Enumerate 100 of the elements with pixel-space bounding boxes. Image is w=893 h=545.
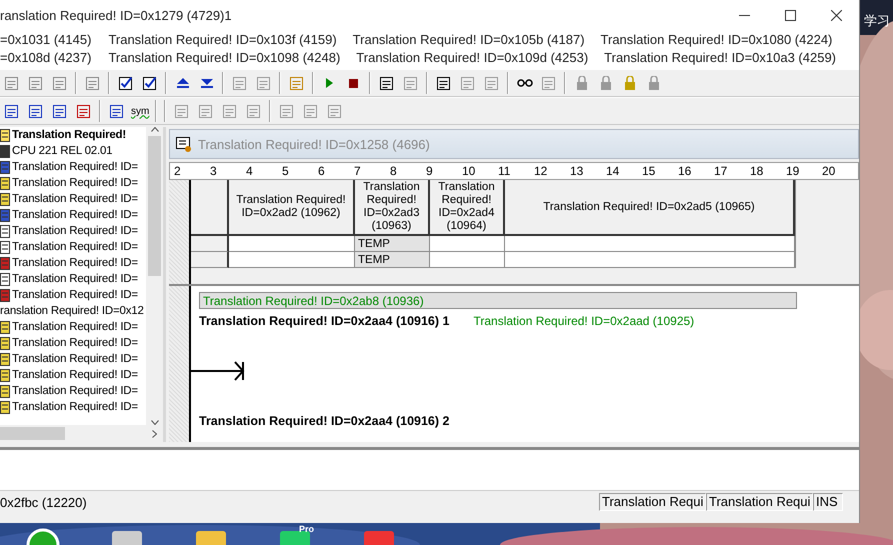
symbol-button[interactable]: sym: [129, 100, 152, 122]
ruler-number: 5: [281, 164, 290, 178]
tree-item[interactable]: Translation Required! ID=: [12, 177, 138, 189]
tree-item[interactable]: Translation Required! ID=: [12, 225, 138, 237]
data-table-icon: [0, 336, 10, 350]
ruler-number: 15: [641, 164, 656, 178]
menu-item[interactable]: Translation Required! ID=0x1080 (4224): [600, 32, 832, 46]
column-header: Translation Required! ID=0x2ad3 (10963): [355, 180, 430, 236]
status-pane: Translation Requi: [706, 493, 813, 511]
vertical-scrollbar[interactable]: [146, 127, 163, 425]
desktop-label: 学习: [864, 12, 890, 30]
tree-item[interactable]: Translation Required! ID=: [12, 289, 138, 301]
tree-item[interactable]: Translation Required! ID=: [12, 401, 138, 413]
tree-item[interactable]: ranslation Required! ID=0x12: [0, 305, 144, 317]
row-header: [191, 236, 229, 252]
program-block-icon: [0, 160, 10, 174]
data-table-icon: [0, 320, 10, 334]
ruler-number: 4: [245, 164, 254, 178]
data-table-icon: [0, 176, 10, 190]
ruler-number: 6: [317, 164, 326, 178]
ruler-number: 2: [173, 164, 182, 178]
upload-icon: [176, 78, 188, 88]
window-title: ranslation Required! ID=0x1279 (4729)1: [0, 8, 233, 22]
ruler-number: 17: [713, 164, 728, 178]
stop-icon: [349, 78, 358, 88]
checkbox-icon: [143, 76, 156, 90]
column-header: Translation Required! ID=0x2ad4 (10964): [430, 180, 505, 236]
ruler-number: 20: [821, 164, 836, 178]
status-pane: INS: [813, 493, 843, 511]
tool-icon: [0, 256, 10, 270]
maximize-icon[interactable]: [784, 10, 796, 20]
data-table-icon: [0, 192, 10, 206]
menu-item[interactable]: Translation Required! ID=0x103f (4159): [108, 32, 337, 46]
close-icon[interactable]: [830, 10, 842, 20]
table-cell: TEMP: [355, 236, 430, 252]
editor-title: Translation Required! ID=0x1258 (4696): [198, 136, 430, 152]
menu-item[interactable]: Translation Required! ID=0x10a3 (4259): [604, 50, 836, 64]
tree-item[interactable]: Translation Required! ID=: [12, 321, 138, 333]
status-message: 0x2fbc (12220): [0, 494, 88, 510]
ruler-number: 7: [353, 164, 362, 178]
glasses-icon: [516, 79, 532, 87]
lock-icon: [624, 76, 634, 90]
download-icon: [200, 78, 212, 88]
row-header: [191, 252, 229, 268]
project-icon: [0, 128, 10, 142]
lock-icon: [576, 76, 586, 90]
tree-item[interactable]: Translation Required! ID=: [12, 337, 138, 349]
menu-item[interactable]: Translation Required! ID=0x1098 (4248): [108, 50, 340, 64]
checkbox-icon: [119, 76, 132, 90]
menu-item[interactable]: Translation Required! ID=0x105b (4187): [352, 32, 585, 46]
ruler-number: 11: [497, 164, 512, 178]
network-heading: Translation Required! ID=0x2aa4 (10916) 2: [199, 414, 450, 428]
table-cell: TEMP: [355, 252, 430, 268]
tree-item[interactable]: CPU 221 REL 02.01: [12, 145, 112, 157]
ruler-number: 14: [605, 164, 620, 178]
status-pane: Translation Requi: [599, 493, 706, 511]
minimize-icon[interactable]: [738, 14, 750, 16]
tree-item[interactable]: Translation Required! ID=: [12, 353, 138, 365]
tree-item[interactable]: Translation Required! ID=: [12, 369, 138, 381]
tree-item[interactable]: Translation Required! ID=: [12, 273, 138, 285]
ruler-number: 8: [389, 164, 398, 178]
network-heading: Translation Required! ID=0x2aa4 (10916) 1: [199, 314, 450, 328]
column-header: Translation Required! ID=0x2ad2 (10962): [229, 180, 355, 236]
cpu-icon: [0, 144, 10, 158]
menu-item[interactable]: Translation Required! ID=0x109d (4253): [356, 50, 588, 64]
tree-item[interactable]: Translation Required! ID=: [12, 161, 138, 173]
tree-item[interactable]: Translation Required! ID=: [12, 385, 138, 397]
tree-item[interactable]: Translation Required! ID=: [12, 209, 138, 221]
ruler-number: 18: [749, 164, 764, 178]
tree-item[interactable]: Translation Required! ID=: [12, 193, 138, 205]
program-block-icon: [0, 208, 10, 222]
tree-item[interactable]: Translation Required!: [12, 129, 126, 141]
tree-item[interactable]: Translation Required! ID=: [12, 257, 138, 269]
menu-item[interactable]: =0x1031 (4145): [0, 32, 92, 46]
editor-icon: [176, 136, 192, 152]
corner-header-cell: [191, 180, 229, 236]
network-title: Translation Required! ID=0x2ab8 (10936): [199, 292, 797, 309]
ruler-number: 10: [461, 164, 476, 178]
lock-icon: [600, 76, 610, 90]
horizontal-scrollbar[interactable]: [0, 425, 163, 442]
lock-icon: [648, 76, 658, 90]
data-table-icon: [0, 352, 10, 366]
data-table-icon: [0, 400, 10, 414]
menu-item[interactable]: =0x108d (4237): [0, 50, 92, 64]
ruler-number: 12: [533, 164, 548, 178]
data-table-icon: [0, 384, 10, 398]
rung-arrow-icon: [191, 360, 245, 382]
ruler-number: 16: [677, 164, 692, 178]
scroll-down-icon[interactable]: [150, 420, 158, 425]
ruler-number: 9: [425, 164, 434, 178]
scroll-right-icon[interactable]: [152, 430, 157, 438]
network-comment: Translation Required! ID=0x2aad (10925): [473, 314, 694, 328]
run-icon: [326, 78, 333, 88]
tool-icon: [0, 288, 10, 302]
column-header: Translation Required! ID=0x2ad5 (10965): [505, 180, 795, 236]
tree-item[interactable]: Translation Required! ID=: [12, 241, 138, 253]
ruler-number: 13: [569, 164, 584, 178]
scroll-up-icon[interactable]: [150, 127, 158, 132]
ruler-number: 19: [785, 164, 800, 178]
data-table-icon: [0, 368, 10, 382]
